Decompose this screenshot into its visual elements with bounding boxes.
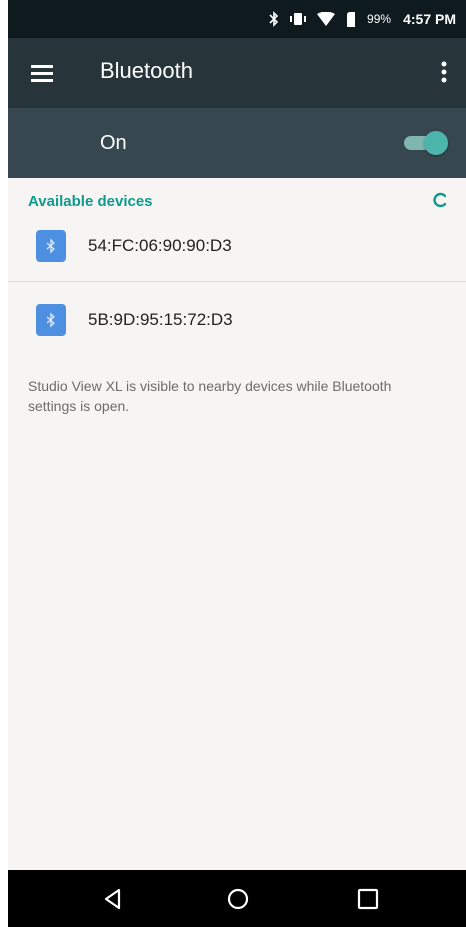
bluetooth-icon: [36, 230, 66, 262]
app-toolbar: Bluetooth: [8, 38, 466, 108]
home-icon[interactable]: [225, 887, 251, 911]
battery-percent: 99%: [367, 12, 392, 26]
section-title: Available devices: [28, 193, 153, 210]
list-divider: [8, 281, 466, 282]
cell-signal-icon: [345, 11, 357, 27]
bluetooth-icon: [269, 11, 279, 27]
recents-icon[interactable]: [355, 887, 381, 911]
switch-state-label: On: [100, 132, 127, 154]
bluetooth-icon: [36, 304, 66, 336]
back-icon[interactable]: [100, 887, 126, 911]
clock-time: 4:57 PM: [403, 11, 456, 27]
status-bar: 99% 4:57 PM: [8, 0, 466, 38]
progress-spinner-icon: [430, 190, 450, 210]
bluetooth-settings-screen: 99% 4:57 PM Bluetooth On Available devic…: [8, 0, 466, 927]
bluetooth-toggle[interactable]: [402, 130, 448, 156]
hamburger-menu-icon[interactable]: [30, 60, 56, 86]
device-name: 54:FC:06:90:90:D3: [88, 236, 232, 255]
device-list-item[interactable]: 54:FC:06:90:90:D3: [8, 210, 466, 282]
page-title: Bluetooth: [100, 58, 193, 83]
device-list-item[interactable]: 5B:9D:95:15:72:D3: [8, 284, 466, 356]
toggle-thumb: [424, 131, 448, 155]
wifi-icon: [317, 12, 336, 26]
system-nav-bar: [8, 870, 466, 927]
vibrate-icon: [289, 11, 307, 27]
device-name: 5B:9D:95:15:72:D3: [88, 310, 233, 329]
more-vert-icon[interactable]: [434, 58, 454, 88]
bluetooth-master-switch-bar[interactable]: On: [8, 108, 466, 178]
visibility-info-text: Studio View XL is visible to nearby devi…: [28, 378, 392, 414]
